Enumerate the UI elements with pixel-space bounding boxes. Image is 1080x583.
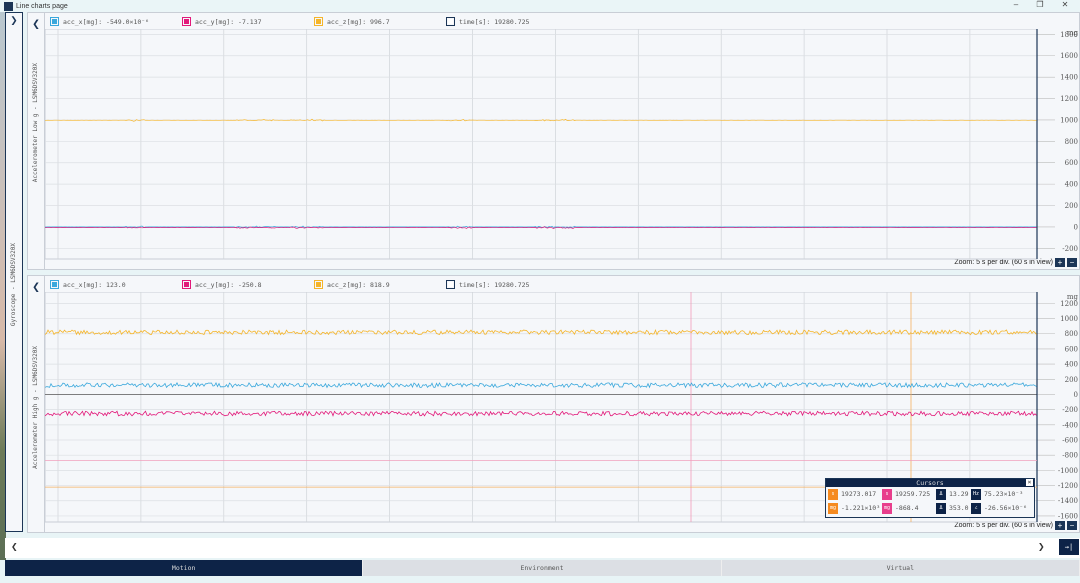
y-tick-label: 800 bbox=[1065, 138, 1078, 146]
legend-item[interactable]: acc_x[mg]: 123.0 bbox=[50, 280, 126, 289]
line-chart[interactable]: 180016001400120010008006004002000-200mg bbox=[45, 29, 1080, 261]
y-unit-label: mg bbox=[1067, 293, 1079, 301]
cursor-row: mg -1.221×10³ mg -868.4 Δ 353.0 ∠ -26.56×10⁻⁶ bbox=[826, 501, 1034, 515]
cursors-close-button[interactable]: × bbox=[1026, 479, 1033, 486]
window-title: Line charts page bbox=[16, 2, 68, 10]
cursors-title: Cursors bbox=[916, 479, 944, 487]
gyroscope-panel: ❯ Gyroscope - LSM6DSV320X bbox=[5, 12, 23, 532]
cursor-badge: s bbox=[882, 488, 892, 500]
cursor-badge: Δ bbox=[936, 502, 946, 514]
legend-swatch-icon bbox=[50, 17, 59, 26]
tab-bar: Motion Environment Virtual bbox=[5, 560, 1080, 576]
expand-panel-button[interactable]: ❯ bbox=[6, 13, 22, 27]
cursor-value: -868.4 bbox=[895, 504, 919, 512]
chart-title: Accelerometer High g - LSM6DSV320X bbox=[32, 346, 39, 469]
cursor-badge: s bbox=[828, 488, 838, 500]
legend-swatch-icon bbox=[446, 17, 455, 26]
tab-motion[interactable]: Motion bbox=[5, 560, 364, 576]
chart-side-column: ❮ Accelerometer High g - LSM6DSV320X bbox=[28, 276, 45, 532]
y-tick-label: 800 bbox=[1065, 330, 1078, 338]
cursor-value: 13.29 bbox=[949, 490, 969, 498]
restore-button[interactable]: ❐ bbox=[1030, 0, 1050, 9]
prev-button[interactable]: ❮ bbox=[11, 540, 18, 553]
cursor-badge: mg bbox=[882, 502, 892, 514]
legend-swatch-icon bbox=[182, 17, 191, 26]
navigation-bar: ❮ ❯ →| bbox=[5, 538, 1080, 558]
plot-area bbox=[45, 29, 1038, 260]
legend-item[interactable]: acc_y[mg]: -7.137 bbox=[182, 17, 262, 26]
gyroscope-label: Gyroscope - LSM6DSV320X bbox=[10, 243, 17, 327]
legend-item[interactable]: acc_y[mg]: -250.8 bbox=[182, 280, 262, 289]
legend-label: acc_y[mg]: -7.137 bbox=[195, 17, 262, 26]
y-tick-label: -1200 bbox=[1058, 482, 1078, 490]
y-unit-label: mg bbox=[1067, 29, 1079, 37]
y-tick-label: 600 bbox=[1065, 345, 1078, 353]
cursor-badge: Hz bbox=[971, 488, 981, 500]
cursor-badge: ∠ bbox=[971, 502, 981, 514]
cursor-value: 19259.725 bbox=[895, 490, 931, 498]
legend-label: acc_y[mg]: -250.8 bbox=[195, 280, 262, 289]
tab-virtual[interactable]: Virtual bbox=[721, 560, 1080, 576]
y-tick-label: -600 bbox=[1062, 437, 1078, 445]
legend-swatch-icon bbox=[50, 280, 59, 289]
y-tick-label: 1200 bbox=[1060, 95, 1078, 103]
y-tick-label: -1000 bbox=[1058, 467, 1078, 475]
legend-item[interactable]: time[s]: 19280.725 bbox=[446, 280, 529, 289]
legend-item[interactable]: acc_x[mg]: -549.0×10⁻⁶ bbox=[50, 17, 149, 26]
minimize-button[interactable]: – bbox=[1006, 0, 1026, 9]
y-tick-label: -200 bbox=[1062, 406, 1078, 414]
title-bar: Line charts page – ❐ ✕ bbox=[0, 0, 1080, 12]
cursor-value: 75.23×10⁻³ bbox=[984, 490, 1024, 498]
legend-item[interactable]: acc_z[mg]: 818.9 bbox=[314, 280, 390, 289]
legend-swatch-icon bbox=[182, 280, 191, 289]
collapse-chart-button[interactable]: ❮ bbox=[28, 13, 44, 37]
tab-environment[interactable]: Environment bbox=[363, 560, 722, 576]
y-tick-label: 400 bbox=[1065, 361, 1078, 369]
cursor-row: s 19273.017 s 19259.725 Δ 13.29 Hz 75.23×10⁻³ bbox=[826, 487, 1034, 501]
cursors-panel: Cursors × s 19273.017 s 19259.725 Δ 13.29 Hz 75… bbox=[825, 478, 1035, 518]
legend-label: acc_z[mg]: 818.9 bbox=[327, 280, 390, 289]
y-tick-label: -400 bbox=[1062, 421, 1078, 429]
y-tick-label: -800 bbox=[1062, 452, 1078, 460]
legend-label: acc_x[mg]: 123.0 bbox=[63, 280, 126, 289]
chart-panel-low-g: ❮ Accelerometer Low g - LSM6DSV320X acc_… bbox=[27, 12, 1080, 270]
app-logo-icon bbox=[4, 1, 13, 11]
legend-swatch-icon bbox=[446, 280, 455, 289]
cursor-value: 353.0 bbox=[949, 504, 969, 512]
legend-label: acc_x[mg]: -549.0×10⁻⁶ bbox=[63, 17, 150, 26]
y-tick-label: 1200 bbox=[1060, 300, 1078, 308]
cursor-value: -1.221×10³ bbox=[841, 504, 881, 512]
y-tick-label: 200 bbox=[1065, 376, 1078, 384]
legend-label: time[s]: 19280.725 bbox=[459, 280, 530, 289]
y-tick-label: 0 bbox=[1074, 223, 1078, 231]
cursor-value: -26.56×10⁻⁶ bbox=[984, 504, 1028, 512]
y-tick-label: 1600 bbox=[1060, 52, 1078, 60]
cursor-badge: Δ bbox=[936, 488, 946, 500]
y-tick-label: 1000 bbox=[1060, 315, 1078, 323]
legend-label: acc_z[mg]: 996.7 bbox=[327, 17, 390, 26]
y-tick-label: 400 bbox=[1065, 181, 1078, 189]
close-button[interactable]: ✕ bbox=[1055, 0, 1075, 9]
legend-item[interactable]: time[s]: 19280.725 bbox=[446, 17, 529, 26]
jump-to-end-button[interactable]: →| bbox=[1059, 539, 1079, 555]
legend-item[interactable]: acc_z[mg]: 996.7 bbox=[314, 17, 390, 26]
cursor-badge: mg bbox=[828, 502, 838, 514]
y-tick-label: -200 bbox=[1062, 245, 1078, 253]
y-tick-label: 200 bbox=[1065, 202, 1078, 210]
y-tick-label: 1400 bbox=[1060, 74, 1078, 82]
collapse-chart-button[interactable]: ❮ bbox=[28, 276, 44, 300]
chart-side-column: ❮ Accelerometer Low g - LSM6DSV320X bbox=[28, 13, 45, 269]
y-tick-label: -1600 bbox=[1058, 512, 1078, 520]
y-tick-label: 0 bbox=[1074, 391, 1078, 399]
cursor-value: 19273.017 bbox=[841, 490, 877, 498]
legend-swatch-icon bbox=[314, 17, 323, 26]
chart-title: Accelerometer Low g - LSM6DSV320X bbox=[32, 63, 39, 183]
y-tick-label: -1400 bbox=[1058, 497, 1078, 505]
y-tick-label: 1000 bbox=[1060, 116, 1078, 124]
legend-swatch-icon bbox=[314, 280, 323, 289]
next-button[interactable]: ❯ bbox=[1038, 540, 1045, 553]
y-tick-label: 600 bbox=[1065, 159, 1078, 167]
legend-label: time[s]: 19280.725 bbox=[459, 17, 530, 26]
